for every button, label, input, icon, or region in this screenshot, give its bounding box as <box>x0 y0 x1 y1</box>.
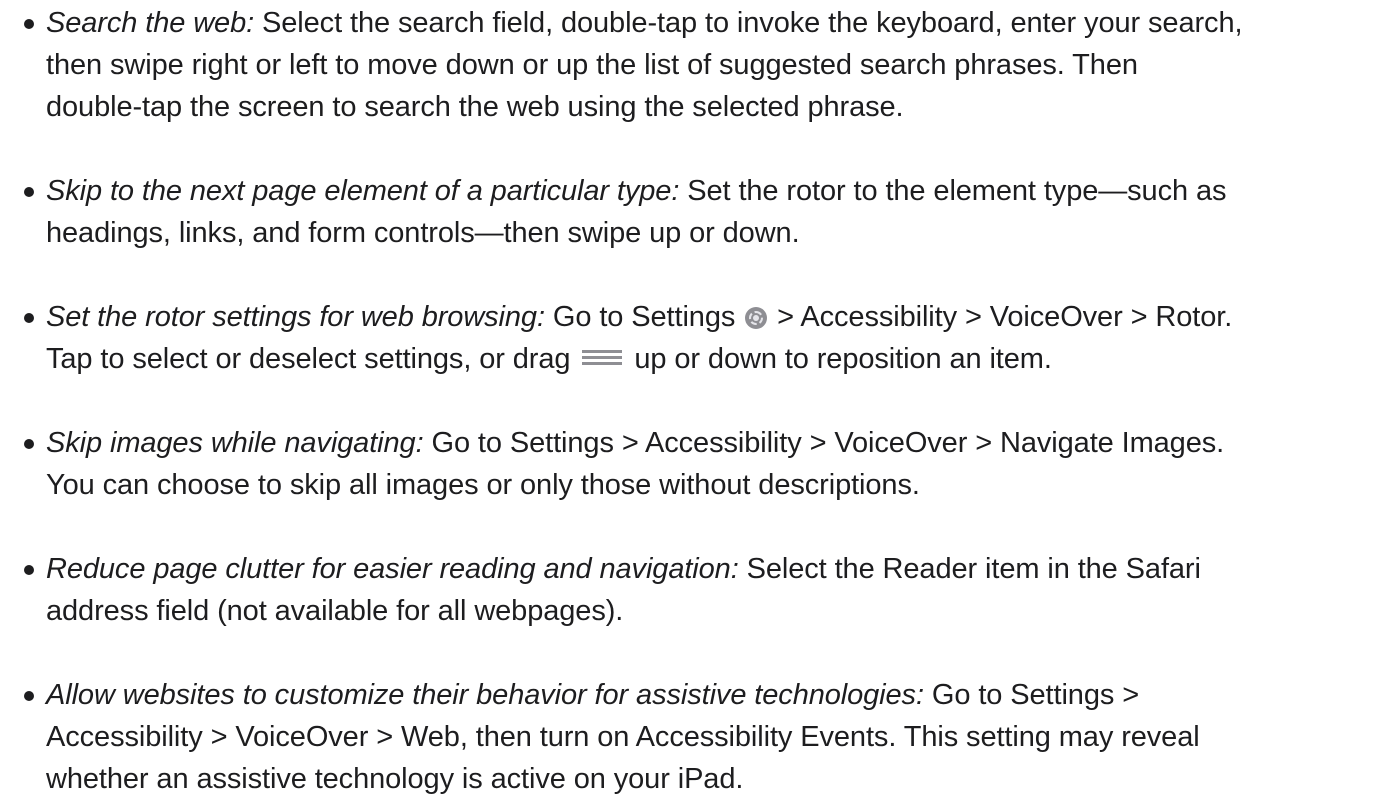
item-body: Select the search field, double-tap to i… <box>254 7 1243 39</box>
reorder-handle-icon <box>582 350 623 366</box>
list-item-text: Allow websites to customize their behavi… <box>46 674 1380 800</box>
item-body: Tap to select or deselect settings, or d… <box>46 343 571 375</box>
text-line: Accessibility > VoiceOver > Web, then tu… <box>46 721 1200 753</box>
list-item-rotor-settings: Set the rotor settings for web browsing:… <box>18 296 1380 380</box>
text-line: Set the rotor settings for web browsing:… <box>46 296 1380 338</box>
bullet-icon <box>24 691 34 701</box>
list-item-search-web: Search the web: Select the search field,… <box>18 2 1380 128</box>
text-line: whether an assistive technology is activ… <box>46 763 744 795</box>
item-body: > Accessibility > VoiceOver > Rotor. <box>769 301 1233 333</box>
settings-gear-icon <box>745 307 768 329</box>
item-topic: Set the rotor settings for web browsing: <box>46 301 545 333</box>
bullet-icon <box>24 439 34 449</box>
text-line: Skip to the next page element of a parti… <box>46 170 1380 212</box>
text-line: headings, links, and form controls—then … <box>46 217 800 249</box>
text-line: You can choose to skip all images or onl… <box>46 469 920 501</box>
list-item-text: Skip images while navigating: Go to Sett… <box>46 422 1380 506</box>
item-body: Go to Settings <box>544 301 736 333</box>
text-line: Reduce page clutter for easier reading a… <box>46 548 1380 590</box>
item-body: Go to Settings > Accessibility > VoiceOv… <box>423 427 1225 459</box>
list-item-text: Reduce page clutter for easier reading a… <box>46 548 1380 632</box>
item-topic: Allow websites to customize their behavi… <box>46 679 924 711</box>
item-body: Set the rotor to the element type—such a… <box>679 175 1227 207</box>
text-line: Tap to select or deselect settings, or d… <box>46 338 1380 380</box>
item-topic: Skip images while navigating: <box>46 427 424 459</box>
text-line: then swipe right or left to move down or… <box>46 49 1138 81</box>
bullet-icon <box>24 565 34 575</box>
list-item-text: Skip to the next page element of a parti… <box>46 170 1380 254</box>
item-topic: Search the web: <box>46 7 255 39</box>
text-line: Search the web: Select the search field,… <box>46 2 1380 44</box>
bullet-icon <box>24 313 34 323</box>
item-body: Select the Reader item in the Safari <box>738 553 1201 585</box>
bullet-icon <box>24 187 34 197</box>
item-body: up or down to reposition an item. <box>626 343 1052 375</box>
item-body: Go to Settings > <box>923 679 1140 711</box>
item-topic: Skip to the next page element of a parti… <box>46 175 680 207</box>
list-item-skip-element: Skip to the next page element of a parti… <box>18 170 1380 254</box>
text-line: Allow websites to customize their behavi… <box>46 674 1380 716</box>
text-line: address field (not available for all web… <box>46 595 624 627</box>
bullet-icon <box>24 19 34 29</box>
text-line: Skip images while navigating: Go to Sett… <box>46 422 1380 464</box>
list-item-skip-images: Skip images while navigating: Go to Sett… <box>18 422 1380 506</box>
item-topic: Reduce page clutter for easier reading a… <box>46 553 739 585</box>
text-line: double-tap the screen to search the web … <box>46 91 904 123</box>
list-item-allow-websites: Allow websites to customize their behavi… <box>18 674 1380 800</box>
list-item-text: Set the rotor settings for web browsing:… <box>46 296 1380 380</box>
list-item-text: Search the web: Select the search field,… <box>46 2 1380 128</box>
list-item-reduce-clutter: Reduce page clutter for easier reading a… <box>18 548 1380 632</box>
